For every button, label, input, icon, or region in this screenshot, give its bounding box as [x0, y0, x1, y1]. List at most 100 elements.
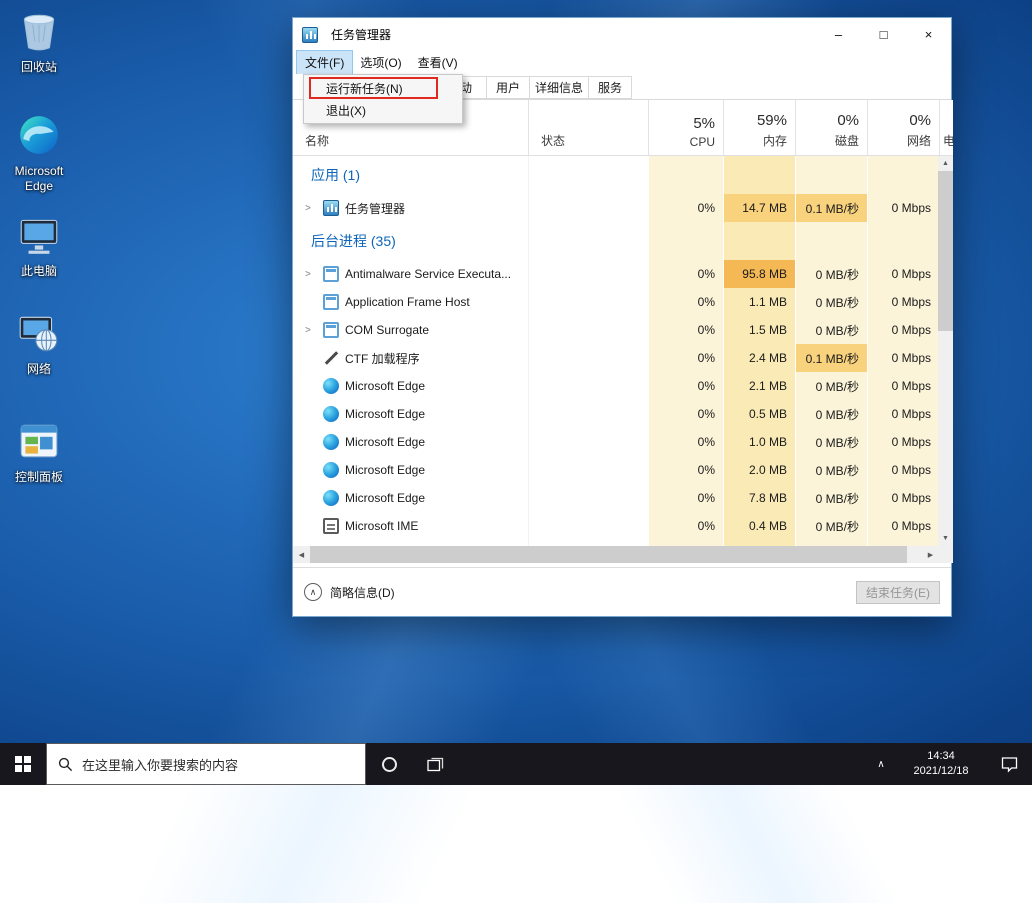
- group-row-apps[interactable]: 应用 (1): [293, 156, 953, 194]
- maximize-button[interactable]: □: [861, 18, 906, 51]
- menu-view[interactable]: 查看(V): [410, 51, 466, 74]
- desktop-icon-label: Microsoft Edge: [0, 164, 78, 194]
- horizontal-scrollbar[interactable]: ◀ ▶: [293, 546, 939, 563]
- network-cell: 0 Mbps: [867, 512, 939, 540]
- status-cell: [528, 428, 648, 456]
- menu-item-run-new-task[interactable]: 运行新任务(N): [304, 77, 462, 99]
- chevron-up-icon: ∧: [877, 759, 884, 770]
- vertical-scrollbar[interactable]: ▲ ▼: [938, 156, 953, 546]
- scroll-down-icon[interactable]: ▼: [938, 531, 953, 546]
- status-cell: [528, 372, 648, 400]
- desktop-icon-this-pc[interactable]: 此电脑: [0, 212, 78, 279]
- menu-options[interactable]: 选项(O): [352, 51, 409, 74]
- process-icon-window: [323, 266, 339, 282]
- desktop-icon-recycle-bin[interactable]: 回收站: [0, 8, 78, 75]
- process-name: Microsoft Edge: [345, 435, 425, 449]
- table-row[interactable]: Microsoft Edge 0% 2.1 MB 0 MB/秒 0 Mbps: [293, 372, 953, 400]
- status-cell: [528, 400, 648, 428]
- column-header-memory[interactable]: 59% 内存: [723, 100, 795, 155]
- cpu-cell: 0%: [648, 288, 723, 316]
- table-row[interactable]: > Antimalware Service Executa... 0% 95.8…: [293, 260, 953, 288]
- table-row[interactable]: Microsoft IME 0% 0.4 MB 0 MB/秒 0 Mbps: [293, 512, 953, 540]
- start-button[interactable]: [0, 743, 46, 785]
- table-row[interactable]: Microsoft Edge 0% 7.8 MB 0 MB/秒 0 Mbps: [293, 484, 953, 512]
- tab-details[interactable]: 详细信息: [529, 76, 589, 99]
- process-table: 应用 (1) > 任务管理器 0% 14.7 MB 0.1 MB/秒 0 Mbp…: [293, 156, 953, 546]
- window-footer: ∧ 简略信息(D) 结束任务(E): [293, 567, 951, 616]
- column-header-cpu[interactable]: 5% CPU: [648, 100, 723, 155]
- cortana-button[interactable]: [366, 743, 412, 785]
- vertical-scrollbar-thumb[interactable]: [938, 171, 953, 331]
- desktop-icon-label: 网络: [0, 362, 78, 377]
- disk-cell: 0 MB/秒: [795, 512, 867, 540]
- table-row[interactable]: > COM Surrogate 0% 1.5 MB 0 MB/秒 0 Mbps: [293, 316, 953, 344]
- process-icon-edge: [323, 462, 339, 478]
- network-icon: [16, 310, 62, 356]
- tab-users[interactable]: 用户: [486, 76, 530, 99]
- desktop-icon-network[interactable]: 网络: [0, 310, 78, 377]
- disk-cell: 0 MB/秒: [795, 484, 867, 512]
- column-header-disk[interactable]: 0% 磁盘: [795, 100, 867, 155]
- expand-chevron-icon[interactable]: >: [305, 269, 319, 280]
- process-icon-taskmgr: [323, 200, 339, 216]
- scroll-left-icon[interactable]: ◀: [293, 546, 310, 563]
- network-cell: 0 Mbps: [867, 344, 939, 372]
- memory-total: 59%: [757, 112, 787, 129]
- expand-chevron-icon[interactable]: >: [305, 203, 319, 214]
- task-view-button[interactable]: [412, 743, 458, 785]
- column-header-power-partial[interactable]: 电: [939, 100, 953, 155]
- group-row-background[interactable]: 后台进程 (35): [293, 222, 953, 260]
- cpu-cell: 0%: [648, 316, 723, 344]
- process-icon-edge: [323, 406, 339, 422]
- process-name: Microsoft Edge: [345, 491, 425, 505]
- column-header-status[interactable]: 状态: [528, 100, 648, 155]
- action-center-button[interactable]: [986, 743, 1032, 785]
- disk-cell: 0 MB/秒: [795, 456, 867, 484]
- taskbar-clock[interactable]: 14:34 2021/12/18: [896, 743, 986, 785]
- table-row[interactable]: Microsoft Edge 0% 1.0 MB 0 MB/秒 0 Mbps: [293, 428, 953, 456]
- process-name: Microsoft IME: [345, 519, 418, 533]
- table-row[interactable]: Application Frame Host 0% 1.1 MB 0 MB/秒 …: [293, 288, 953, 316]
- title-bar[interactable]: 任务管理器 – □ ×: [293, 18, 951, 51]
- desktop-icon-label: 此电脑: [0, 264, 78, 279]
- horizontal-scrollbar-thumb[interactable]: [310, 546, 907, 563]
- memory-cell: 14.7 MB: [723, 194, 795, 222]
- status-cell: [528, 484, 648, 512]
- scroll-up-icon[interactable]: ▲: [938, 156, 953, 171]
- close-button[interactable]: ×: [906, 18, 951, 51]
- disk-cell: 0 MB/秒: [795, 400, 867, 428]
- disk-cell: 0 MB/秒: [795, 288, 867, 316]
- tab-services[interactable]: 服务: [588, 76, 632, 99]
- status-cell: [528, 194, 648, 222]
- table-row[interactable]: > 任务管理器 0% 14.7 MB 0.1 MB/秒 0 Mbps: [293, 194, 953, 222]
- column-header-network[interactable]: 0% 网络: [867, 100, 939, 155]
- tray-chevron-button[interactable]: ∧: [866, 743, 896, 785]
- table-row[interactable]: Microsoft Edge 0% 0.5 MB 0 MB/秒 0 Mbps: [293, 400, 953, 428]
- scroll-right-icon[interactable]: ▶: [922, 546, 939, 563]
- status-cell: [528, 344, 648, 372]
- table-row[interactable]: Microsoft Edge 0% 2.0 MB 0 MB/秒 0 Mbps: [293, 456, 953, 484]
- status-cell: [528, 456, 648, 484]
- table-row[interactable]: CTF 加载程序 0% 2.4 MB 0.1 MB/秒 0 Mbps: [293, 344, 953, 372]
- menu-file[interactable]: 文件(F): [297, 51, 352, 74]
- disk-cell: 0 MB/秒: [795, 260, 867, 288]
- network-total: 0%: [909, 112, 931, 129]
- details-toggle[interactable]: ∧ 简略信息(D): [304, 583, 395, 601]
- taskbar-search-box[interactable]: 在这里输入你要搜索的内容: [46, 743, 366, 785]
- cpu-cell: 0%: [648, 512, 723, 540]
- desktop-icon-microsoft-edge[interactable]: Microsoft Edge: [0, 112, 78, 194]
- desktop-icon-control-panel[interactable]: 控制面板: [0, 418, 78, 485]
- disk-cell: 0 MB/秒: [795, 428, 867, 456]
- disk-cell: 0 MB/秒: [795, 316, 867, 344]
- cpu-cell: 0%: [648, 344, 723, 372]
- process-name: CTF 加载程序: [345, 350, 420, 367]
- end-task-button[interactable]: 结束任务(E): [856, 581, 940, 604]
- process-name: Antimalware Service Executa...: [345, 267, 511, 281]
- menu-item-exit[interactable]: 退出(X): [304, 99, 462, 121]
- process-name: 任务管理器: [345, 200, 405, 217]
- expand-chevron-icon[interactable]: >: [305, 325, 319, 336]
- desktop-icon-label: 回收站: [0, 60, 78, 75]
- minimize-button[interactable]: –: [816, 18, 861, 51]
- cpu-cell: 0%: [648, 372, 723, 400]
- process-icon-pen: [323, 350, 339, 366]
